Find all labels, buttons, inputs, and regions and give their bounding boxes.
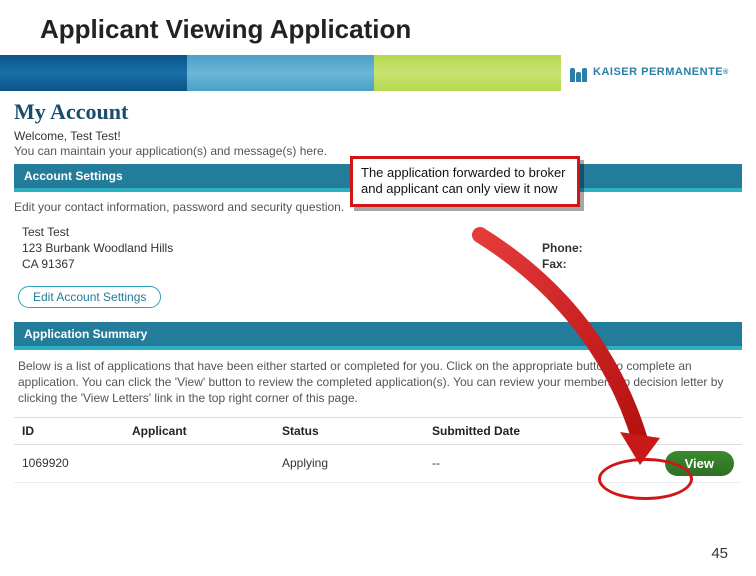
table-header-row: ID Applicant Status Submitted Date (14, 418, 742, 445)
fax-label: Fax: (542, 257, 602, 271)
cell-submitted: -- (432, 456, 602, 470)
header-color-bar: KAISER PERMANENTE® (0, 55, 756, 91)
page-number: 45 (711, 545, 728, 562)
application-summary-description: Below is a list of applications that hav… (14, 350, 742, 417)
welcome-text: Welcome, Test Test! (14, 129, 742, 143)
col-header-applicant: Applicant (132, 424, 282, 438)
col-header-status: Status (282, 424, 432, 438)
annotation-callout: The application forwarded to broker and … (350, 156, 580, 207)
col-header-submitted: Submitted Date (432, 424, 602, 438)
col-header-action (602, 424, 734, 438)
account-name: Test Test (22, 225, 542, 239)
phone-label: Phone: (542, 241, 602, 255)
cell-id: 1069920 (22, 456, 132, 470)
view-button[interactable]: View (665, 451, 734, 476)
col-header-id: ID (22, 424, 132, 438)
kp-logo-icon (569, 64, 587, 82)
info-row-address1: 123 Burbank Woodland Hills Phone: (14, 240, 742, 256)
main-content: My Account Welcome, Test Test! You can m… (0, 91, 756, 483)
brand-logo-area: KAISER PERMANENTE® (561, 55, 756, 91)
cell-action: View (602, 451, 734, 476)
header-seg-3 (374, 55, 561, 91)
header-seg-2 (187, 55, 374, 91)
info-row-name: Test Test (14, 224, 742, 240)
info-row-address2: CA 91367 Fax: (14, 256, 742, 272)
page-title: My Account (14, 99, 742, 125)
address-line-2: CA 91367 (22, 257, 542, 271)
table-row: 1069920 Applying -- View (14, 445, 742, 483)
brand-name: KAISER PERMANENTE® (593, 66, 729, 80)
header-seg-1 (0, 55, 187, 91)
application-summary-header: Application Summary (14, 322, 742, 346)
address-line-1: 123 Burbank Woodland Hills (22, 241, 542, 255)
slide-title: Applicant Viewing Application (0, 0, 756, 55)
edit-account-settings-button[interactable]: Edit Account Settings (18, 286, 161, 308)
applications-table: ID Applicant Status Submitted Date 10699… (14, 417, 742, 483)
cell-status: Applying (282, 456, 432, 470)
